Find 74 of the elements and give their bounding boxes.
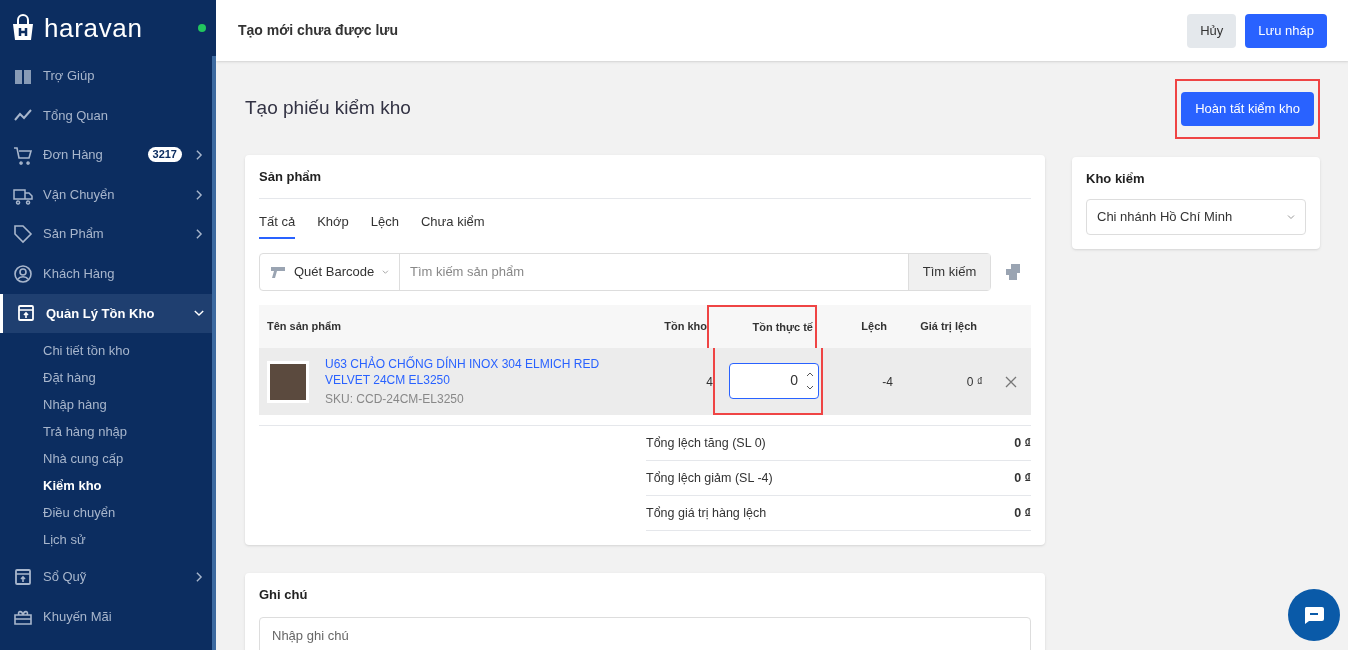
submenu-item[interactable]: Đặt hàng: [0, 364, 216, 392]
submenu-item[interactable]: Chi tiết tồn kho: [0, 337, 216, 365]
sidebar-item-label: Khuyến Mãi: [43, 607, 113, 626]
sidebar-item-label: Quản Lý Tồn Kho: [46, 304, 156, 323]
card-title: Kho kiểm: [1086, 170, 1146, 188]
tag-icon: [13, 224, 33, 245]
sidebar-item-label: Tổng Quan: [43, 106, 110, 125]
table-cell-text: 4: [705, 373, 713, 391]
summary-label: Tổng lệch giảm (SL -4): [646, 469, 773, 487]
sidebar-item[interactable]: Khách Hàng: [0, 253, 216, 294]
warehouse-select[interactable]: Chi nhánh Hồ Chí Minh: [1086, 198, 1306, 235]
quantity-value: 0: [790, 371, 798, 390]
submenu-item[interactable]: Lịch sử: [0, 526, 216, 554]
sidebar-item[interactable]: Khuyến Mãi: [0, 596, 216, 637]
caret-icon: [1287, 212, 1295, 221]
column-header: Giá trị lệch: [919, 319, 977, 335]
summary-label: Tổng lệch tăng (SL 0): [646, 434, 766, 452]
sidebar-item-label: Sổ Quỹ: [43, 568, 88, 587]
sidebar-item-label: Khách Hàng: [43, 265, 116, 283]
sidebar-item-label: Sản Phẩm: [43, 225, 105, 244]
sidebar-item-label: Đơn Hàng: [43, 146, 104, 165]
quantity-input[interactable]: 0: [729, 362, 819, 399]
barcode-scanner-icon: [270, 265, 286, 279]
submenu-item[interactable]: Nhập hàng: [0, 391, 216, 419]
close-icon[interactable]: [1005, 375, 1017, 388]
box-icon: [13, 566, 33, 587]
search-button[interactable]: Tìm kiếm: [908, 254, 990, 290]
sidebar-item[interactable]: Tổng Quan: [0, 95, 216, 136]
submenu-item[interactable]: Kiểm kho: [0, 472, 216, 500]
cancel-button[interactable]: Hủy: [1187, 13, 1237, 48]
complete-check-button[interactable]: Hoàn tất kiểm kho: [1181, 92, 1314, 126]
scrollbar[interactable]: [212, 56, 216, 650]
sidebar-item[interactable]: Đơn Hàng 3217: [0, 135, 216, 175]
summary-label: Tổng giá trị hàng lệch: [646, 504, 767, 522]
search-field[interactable]: Quét Barcode Tìm kiếm sản phẩm Tìm kiếm: [259, 253, 991, 291]
sidebar-item-label: Vận Chuyển: [43, 185, 116, 204]
cart-icon: [13, 145, 33, 165]
column-header: Tên sản phẩm: [266, 319, 342, 335]
filter-tab[interactable]: Lệch: [370, 207, 399, 239]
filter-tab[interactable]: Chưa kiểm: [421, 207, 485, 239]
column-header: Lệch: [860, 319, 887, 335]
product-link[interactable]: U63 CHẢO CHỐNG DÍNH INOX 304 ELMICH RED VELVET 24CM EL3250: [325, 355, 615, 388]
count-badge: 3217: [147, 147, 182, 163]
sidebar-item[interactable]: Trợ Giúp: [0, 56, 216, 96]
sidebar-item[interactable]: Sổ Quỹ: [0, 557, 216, 597]
save-draft-button[interactable]: Lưu nháp: [1245, 13, 1327, 48]
filter-tab[interactable]: Khớp: [317, 207, 349, 239]
card-title: Sản phẩm: [259, 155, 1031, 199]
product-thumbnail: [267, 360, 309, 403]
summary-value: 0 ₫: [1014, 469, 1031, 487]
user-icon: [13, 263, 33, 284]
card-title: Ghi chú: [259, 586, 309, 605]
sidebar-item-label: Trợ Giúp: [43, 67, 96, 86]
product-sku: SKU: CCD-24CM-EL3250: [325, 390, 465, 408]
page-title: Tạo phiếu kiểm kho: [245, 96, 412, 120]
submenu-item[interactable]: Điều chuyển: [0, 499, 216, 527]
logo-text: haravan: [44, 15, 143, 41]
summary-value: 0 ₫: [1014, 434, 1031, 452]
import-icon[interactable]: [1005, 263, 1023, 281]
filter-tab[interactable]: Tất cả: [259, 207, 296, 239]
caret-icon: [382, 268, 389, 276]
table-cell-text: 0 ₫: [965, 373, 983, 391]
submenu-item[interactable]: Nhà cung cấp: [0, 445, 216, 473]
table-cell-text: -4: [881, 373, 893, 391]
sidebar-item[interactable]: Sản Phẩm: [0, 214, 216, 254]
page-status-title: Tạo mới chưa được lưu: [238, 21, 398, 40]
scan-mode-dropdown[interactable]: Quét Barcode: [260, 254, 400, 290]
chat-bubble-icon: [1303, 605, 1325, 625]
box-icon: [16, 303, 36, 324]
column-header: Tồn kho: [663, 319, 707, 335]
sidebar-item[interactable]: Vận Chuyển: [0, 174, 216, 215]
submenu-item[interactable]: Trả hàng nhập: [0, 418, 216, 446]
summary-value: 0 ₫: [1014, 504, 1031, 522]
notes-field[interactable]: Nhập ghi chú: [259, 617, 1031, 650]
